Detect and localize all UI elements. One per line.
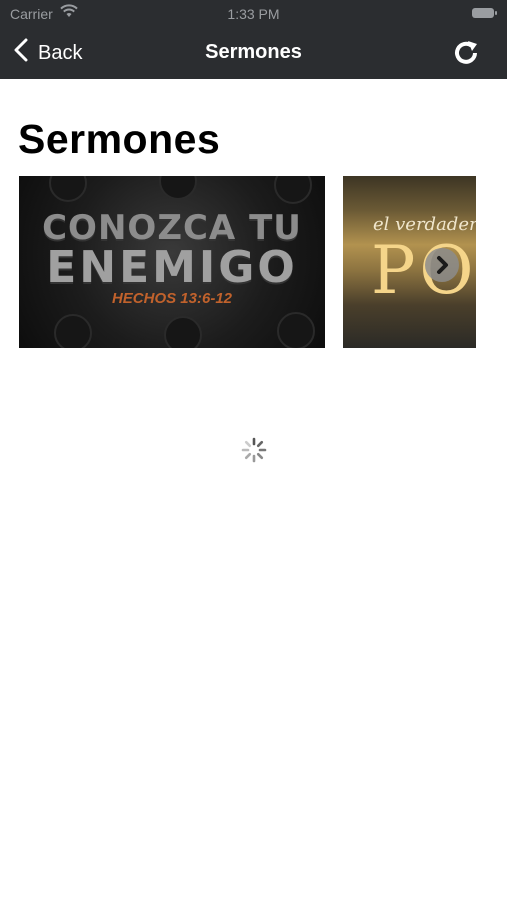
battery-icon [472, 8, 497, 18]
rivet-decoration [164, 316, 202, 348]
sermon-title-line2: ENEMIGO [46, 242, 298, 293]
sermon-card[interactable]: CONOZCA TU ENEMIGO HECHOS 13:6-12 [19, 176, 325, 348]
sermon-big-text: PO [371, 232, 476, 309]
sermon-carousel[interactable]: CONOZCA TU ENEMIGO HECHOS 13:6-12 el ver… [19, 176, 476, 348]
status-time: 1:33 PM [227, 6, 280, 22]
refresh-icon [451, 41, 481, 72]
rivet-decoration [49, 176, 87, 202]
chevron-right-icon [425, 256, 459, 286]
refresh-button[interactable] [451, 38, 481, 68]
rivet-decoration [159, 176, 197, 200]
section-heading: Sermones [18, 116, 221, 162]
sermon-reference: HECHOS 13:6-12 [111, 290, 233, 307]
carousel-next-button[interactable] [425, 248, 459, 282]
rivet-decoration [277, 312, 315, 348]
top-bar: Carrier 1:33 PM Back Sermones [0, 0, 507, 79]
rivet-decoration [274, 176, 312, 204]
status-bar: Carrier 1:33 PM [0, 0, 507, 28]
nav-title: Sermones [205, 41, 302, 63]
loading-spinner-icon [241, 437, 267, 463]
rivet-decoration [54, 314, 92, 348]
navigation-bar: Back Sermones [0, 28, 507, 79]
